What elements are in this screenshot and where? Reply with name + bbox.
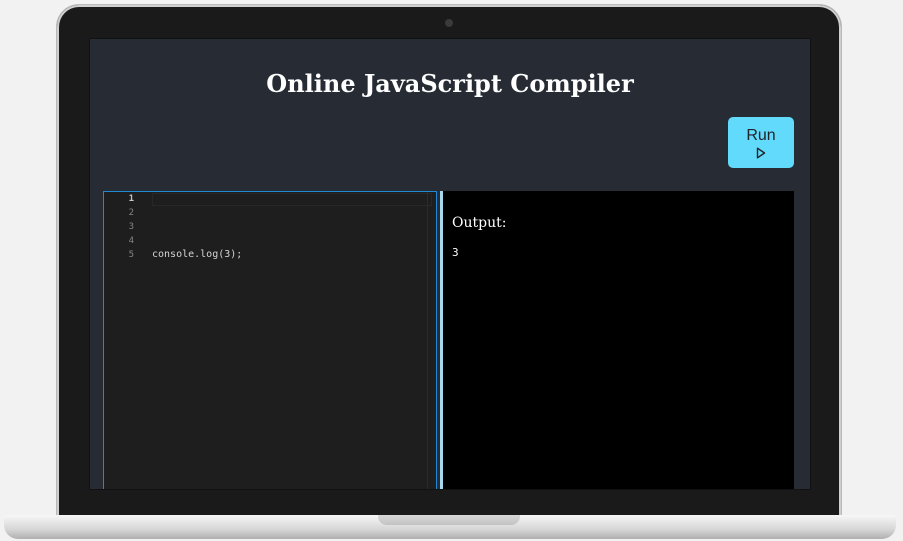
line-number: 3 [128, 222, 134, 232]
line-number: 5 [128, 250, 134, 260]
line-number: 4 [128, 236, 134, 246]
line-number-gutter: 1 2 3 4 5 [104, 192, 144, 489]
run-button-label: Run [746, 126, 776, 144]
webcam [445, 19, 453, 27]
laptop-hinge-notch [378, 515, 520, 525]
line-number: 1 [128, 194, 134, 204]
output-panel: Output: 3 [443, 191, 794, 489]
run-button[interactable]: Run [728, 117, 794, 168]
code-line[interactable]: console.log(3); [152, 248, 242, 262]
line-number: 2 [128, 208, 134, 218]
play-icon [756, 147, 766, 159]
current-line-highlight [152, 193, 432, 206]
app-screen: Online JavaScript Compiler Run 1 2 3 4 5… [89, 38, 811, 490]
editor-scrollbar[interactable] [427, 192, 436, 489]
output-label: Output: [452, 215, 507, 231]
code-editor[interactable]: 1 2 3 4 5 console.log(3); [103, 191, 437, 489]
page-title: Online JavaScript Compiler [266, 69, 634, 98]
output-text: 3 [452, 246, 459, 259]
